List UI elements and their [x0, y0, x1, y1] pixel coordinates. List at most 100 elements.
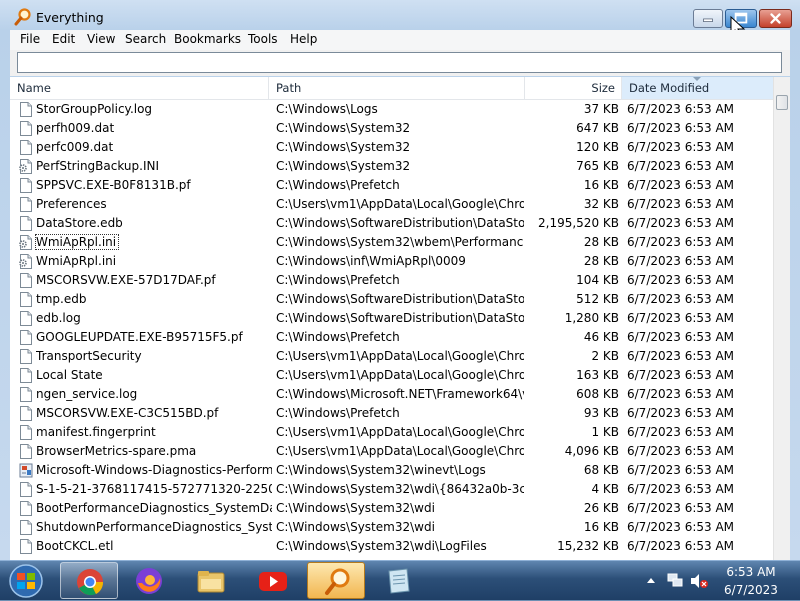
taskbar-everything[interactable]	[307, 562, 365, 599]
file-icon	[20, 273, 32, 288]
table-row[interactable]: StorGroupPolicy.log C:\Windows\Logs 37 KB 6…	[10, 100, 773, 119]
file-icon	[20, 311, 32, 326]
network-icon[interactable]	[664, 561, 686, 601]
cell-size: 26 KB	[583, 501, 619, 515]
cell-size: 120 KB	[576, 140, 619, 154]
cell-size: 28 KB	[583, 254, 619, 268]
menu-bookmarks[interactable]: Bookmarks	[174, 32, 241, 46]
taskbar-chrome[interactable]	[60, 562, 118, 599]
table-row[interactable]: GOOGLEUPDATE.EXE-B95715F5.pf C:\Windows\P…	[10, 328, 773, 347]
column-size[interactable]: Size	[525, 77, 622, 99]
cell-path: C:\Windows\Microsoft.NET\Framework64\v4.…	[276, 387, 524, 401]
cell-path: C:\Users\vm1\AppData\Local\Google\Chro..…	[276, 425, 524, 439]
menu-edit[interactable]: Edit	[52, 32, 75, 46]
cell-date-modified: 6/7/2023 6:53 AM	[627, 406, 735, 420]
cell-name: Microsoft-Windows-Diagnostics-Perform...	[36, 463, 272, 477]
show-hidden-icons-icon[interactable]	[644, 561, 658, 601]
table-row[interactable]: WmiApRpl.ini C:\Windows\inf\WmiApRpl\0009…	[10, 252, 773, 271]
column-path[interactable]: Path	[269, 77, 525, 99]
table-row[interactable]: SPPSVC.EXE-B0F8131B.pf C:\Windows\Prefetc…	[10, 176, 773, 195]
cell-size: 16 KB	[583, 178, 619, 192]
vertical-scrollbar[interactable]	[773, 77, 790, 560]
cell-path: C:\Windows\Logs	[276, 102, 378, 116]
cell-date-modified: 6/7/2023 6:53 AM	[627, 159, 735, 173]
table-row[interactable]: ShutdownPerformanceDiagnostics_Syste... C…	[10, 518, 773, 537]
notepad-icon	[388, 568, 410, 594]
title-bar[interactable]: Everything	[0, 0, 800, 38]
close-button[interactable]	[759, 9, 792, 28]
table-row[interactable]: BootCKCL.etl C:\Windows\System32\wdi\LogF…	[10, 537, 773, 556]
table-row[interactable]: Microsoft-Windows-Diagnostics-Perform...…	[10, 461, 773, 480]
file-explorer-icon	[197, 571, 225, 593]
cell-date-modified: 6/7/2023 6:53 AM	[627, 178, 735, 192]
cell-date-modified: 6/7/2023 6:53 AM	[627, 197, 735, 211]
cell-date-modified: 6/7/2023 6:53 AM	[627, 501, 735, 515]
table-row[interactable]: perfh009.dat C:\Windows\System32 647 KB 6/7…	[10, 119, 773, 138]
table-row[interactable]: TransportSecurity C:\Users\vm1\AppData\Lo…	[10, 347, 773, 366]
search-input[interactable]	[17, 52, 782, 73]
table-row[interactable]: PerfStringBackup.INI C:\Windows\System32 7…	[10, 157, 773, 176]
cell-name: StorGroupPolicy.log	[36, 102, 153, 116]
taskbar-firefox[interactable]	[120, 562, 178, 599]
table-row[interactable]: BrowserMetrics-spare.pma C:\Users\vm1\App…	[10, 442, 773, 461]
menu-tools[interactable]: Tools	[248, 32, 278, 46]
taskbar-explorer[interactable]	[182, 562, 240, 599]
clock-date[interactable]: 6/7/2023	[716, 583, 786, 597]
cell-size: 2 KB	[591, 349, 619, 363]
cell-date-modified: 6/7/2023 6:53 AM	[627, 311, 735, 325]
file-icon	[20, 178, 32, 193]
cell-name: Local State	[36, 368, 103, 382]
cell-name: MSCORSVW.EXE-C3C515BD.pf	[36, 406, 219, 420]
table-row[interactable]: S-1-5-21-3768117415-572771320-22509896..…	[10, 480, 773, 499]
table-row[interactable]: WmiApRpl.ini C:\Windows\System32\wbem\Per…	[10, 233, 773, 252]
cell-date-modified: 6/7/2023 6:53 AM	[627, 520, 735, 534]
table-row[interactable]: MSCORSVW.EXE-C3C515BD.pf C:\Windows\Prefe…	[10, 404, 773, 423]
minimize-button[interactable]	[693, 9, 723, 28]
start-orb-icon[interactable]	[6, 562, 46, 600]
cell-size: 1,280 KB	[564, 311, 619, 325]
menu-view[interactable]: View	[87, 32, 115, 46]
cell-name: MSCORSVW.EXE-57D17DAF.pf	[36, 273, 216, 287]
scrollbar-thumb[interactable]	[776, 95, 788, 110]
results-list[interactable]: Name Path Size Date Modified StorGroupPo…	[10, 77, 790, 560]
cell-path: C:\Users\vm1\AppData\Local\Google\Chro..…	[276, 197, 524, 211]
cell-name: DataStore.edb	[36, 216, 123, 230]
table-row[interactable]: Local State C:\Users\vm1\AppData\Local\Go…	[10, 366, 773, 385]
cell-size: 4 KB	[591, 482, 619, 496]
menu-search[interactable]: Search	[125, 32, 166, 46]
file-icon	[20, 368, 32, 383]
cell-path: C:\Windows\System32\winevt\Logs	[276, 463, 486, 477]
cell-size: 15,232 KB	[557, 539, 619, 553]
file-icon	[20, 197, 32, 212]
cell-date-modified: 6/7/2023 6:53 AM	[627, 216, 735, 230]
scroll-up-area[interactable]	[774, 77, 790, 94]
menu-file[interactable]: File	[20, 32, 40, 46]
everything-app-icon	[14, 8, 31, 26]
table-row[interactable]: perfc009.dat C:\Windows\System32 120 KB 6/7…	[10, 138, 773, 157]
taskbar-notepad[interactable]	[369, 562, 427, 599]
table-row[interactable]: BootPerformanceDiagnostics_SystemData...…	[10, 499, 773, 518]
cell-date-modified: 6/7/2023 6:53 AM	[627, 482, 735, 496]
table-row[interactable]: MSCORSVW.EXE-57D17DAF.pf C:\Windows\Prefe…	[10, 271, 773, 290]
cell-size: 104 KB	[576, 273, 619, 287]
table-row[interactable]: Preferences C:\Users\vm1\AppData\Local\Go…	[10, 195, 773, 214]
table-row[interactable]: manifest.fingerprint C:\Users\vm1\AppData…	[10, 423, 773, 442]
clock-time[interactable]: 6:53 AM	[716, 565, 786, 579]
taskbar-youtube[interactable]	[244, 562, 302, 599]
settings-file-icon	[19, 254, 32, 269]
menu-help[interactable]: Help	[290, 32, 317, 46]
cell-name: ngen_service.log	[36, 387, 138, 401]
cell-path: C:\Windows\System32\wdi\{86432a0b-3c7d-.…	[276, 482, 524, 496]
cell-path: C:\Windows\Prefetch	[276, 178, 400, 192]
table-row[interactable]: DataStore.edb C:\Windows\SoftwareDistribu…	[10, 214, 773, 233]
file-icon	[20, 121, 32, 136]
column-name[interactable]: Name	[10, 77, 269, 99]
file-icon	[20, 387, 32, 402]
cell-date-modified: 6/7/2023 6:53 AM	[627, 463, 735, 477]
file-icon	[20, 330, 32, 345]
table-row[interactable]: ngen_service.log C:\Windows\Microsoft.NET…	[10, 385, 773, 404]
volume-muted-icon[interactable]	[688, 561, 710, 601]
cell-path: C:\Windows\SoftwareDistribution\DataStor…	[276, 292, 524, 306]
table-row[interactable]: tmp.edb C:\Windows\SoftwareDistribution\D…	[10, 290, 773, 309]
table-row[interactable]: edb.log C:\Windows\SoftwareDistribution\D…	[10, 309, 773, 328]
